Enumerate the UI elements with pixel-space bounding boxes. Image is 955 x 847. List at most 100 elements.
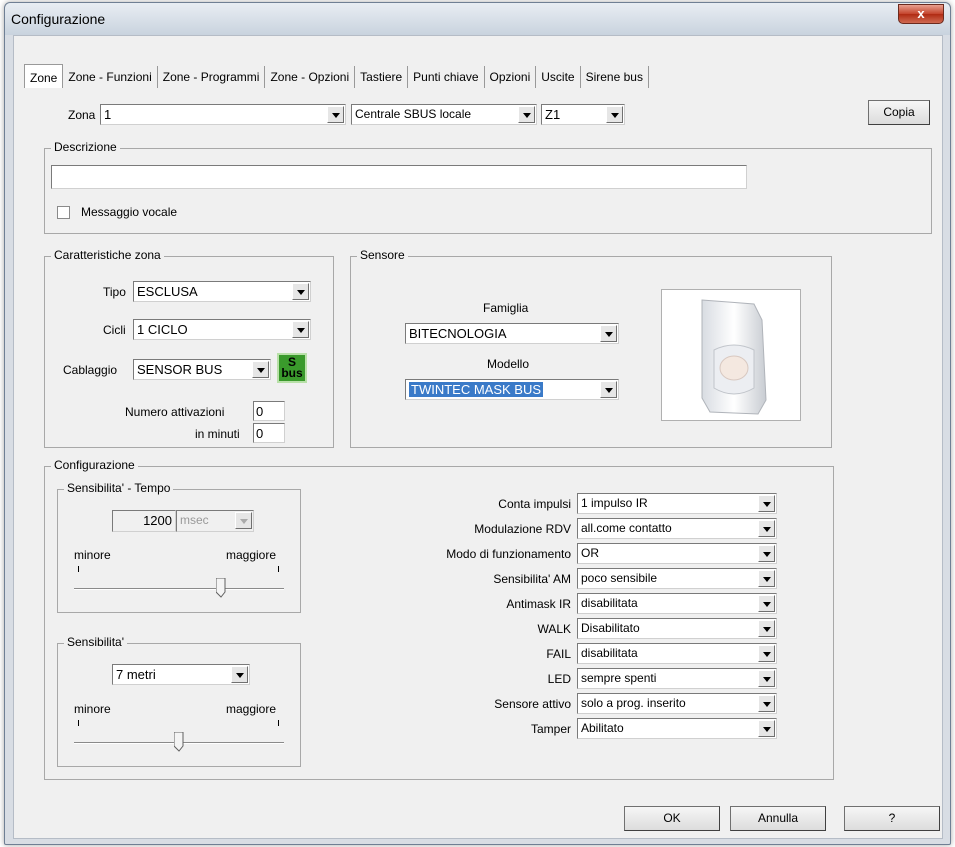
option-value-conta-impulsi: 1 impulso IR [581,496,648,510]
option-label-modo-di-funzionamento: Modo di funzionamento [446,547,571,561]
configurazione-title: Configurazione [51,458,138,472]
sensibilita-tempo-title: Sensibilita' - Tempo [64,481,174,495]
chevron-down-icon[interactable] [518,106,535,123]
modello-select[interactable]: TWINTEC MASK BUS [405,379,619,400]
tab-zone-opzioni[interactable]: Zone - Opzioni [265,66,356,88]
chevron-down-icon[interactable] [327,106,344,123]
cicli-label: Cicli [103,323,126,337]
sensibilita-tempo-value[interactable]: 1200 [112,510,176,532]
messaggio-vocale-checkbox[interactable] [57,206,70,219]
caratteristiche-title: Caratteristiche zona [51,248,164,262]
slider-tick-min [78,720,79,726]
option-value-modulazione-rdv: all.come contatto [581,521,672,535]
sensore-title: Sensore [357,248,408,262]
option-select-walk[interactable]: Disabilitato [577,618,777,639]
option-value-sensore-attivo: solo a prog. inserito [581,696,686,710]
annulla-button[interactable]: Annulla [730,806,826,831]
option-label-antimask-ir: Antimask IR [506,597,571,611]
tab-sirene-bus[interactable]: Sirene bus [581,66,649,88]
option-value-walk: Disabilitato [581,621,640,635]
cablaggio-value: SENSOR BUS [137,362,223,377]
chevron-down-icon[interactable] [758,720,775,737]
numero-attivazioni-input[interactable]: 0 [253,401,285,421]
option-select-antimask-ir[interactable]: disabilitata [577,593,777,614]
centrale-select[interactable]: Centrale SBUS locale [351,104,537,125]
caratteristiche-zona-group: Caratteristiche zona Tipo ESCLUSA Cicli … [44,248,334,448]
zona-select[interactable]: 1 [100,104,346,125]
copia-button[interactable]: Copia [868,100,930,125]
option-select-sensibilita-am[interactable]: poco sensibile [577,568,777,589]
sensibilita-tempo-unit: msec [180,513,209,527]
sensor-illustration-icon [701,299,767,415]
option-select-modo-di-funzionamento[interactable]: OR [577,543,777,564]
sbus-icon-bus: bus [281,366,303,380]
descrizione-input[interactable] [51,165,747,189]
famiglia-label: Famiglia [483,301,529,315]
tipo-value: ESCLUSA [137,284,198,299]
descrizione-group: Descrizione Messaggio vocale [44,140,932,234]
sensibilita-tempo-slider-thumb[interactable] [216,578,226,598]
tab-tastiere[interactable]: Tastiere [355,66,409,88]
chevron-down-icon[interactable] [252,361,269,378]
chevron-down-icon[interactable] [231,666,248,683]
sensibilita-tempo-unit-select[interactable]: msec [176,510,254,532]
chevron-down-icon[interactable] [758,670,775,687]
chevron-down-icon[interactable] [758,620,775,637]
option-select-tamper[interactable]: Abilitato [577,718,777,739]
window-title: Configurazione [11,11,106,27]
ok-button[interactable]: OK [624,806,720,831]
chevron-down-icon[interactable] [758,645,775,662]
tipo-select[interactable]: ESCLUSA [133,281,311,302]
sensibilita-tempo-track[interactable] [74,588,284,590]
cablaggio-label: Cablaggio [63,363,118,377]
sensibilita-select[interactable]: 7 metri [112,664,250,685]
slider-tick-max [278,566,279,572]
option-select-fail[interactable]: disabilitata [577,643,777,664]
chevron-down-icon[interactable] [292,321,309,338]
option-label-led: LED [547,672,571,686]
help-button[interactable]: ? [844,806,940,831]
cablaggio-select[interactable]: SENSOR BUS [133,359,271,380]
chevron-down-icon[interactable] [758,570,775,587]
tab-uscite[interactable]: Uscite [536,66,581,88]
sensibilita-tempo-min-label: minore [74,548,111,562]
option-select-led[interactable]: sempre spenti [577,668,777,689]
chevron-down-icon[interactable] [758,695,775,712]
tab-zone-funzioni[interactable]: Zone - Funzioni [63,66,158,88]
famiglia-select[interactable]: BITECNOLOGIA [405,323,619,344]
chevron-down-icon[interactable] [600,381,617,398]
sensibilita-tempo-max-label: maggiore [226,548,277,562]
option-value-modo-di-funzionamento: OR [581,546,599,560]
tab-zone[interactable]: Zone [24,64,64,88]
chevron-down-icon[interactable] [292,283,309,300]
chevron-down-icon[interactable] [600,325,617,342]
chevron-down-icon[interactable] [235,512,252,529]
tab-zone-programmi[interactable]: Zone - Programmi [158,66,266,88]
centrale-value: Centrale SBUS locale [355,107,472,121]
zona-value: 1 [104,107,112,122]
chevron-down-icon[interactable] [758,545,775,562]
sensibilita-value: 7 metri [116,667,156,682]
tipo-label: Tipo [103,285,126,299]
option-value-antimask-ir: disabilitata [581,596,638,610]
sbus-icon: S bus [277,353,307,383]
tab-punti-chiave[interactable]: Punti chiave [408,66,485,88]
chevron-down-icon[interactable] [758,595,775,612]
chevron-down-icon[interactable] [758,520,775,537]
option-select-conta-impulsi[interactable]: 1 impulso IR [577,493,777,514]
option-select-modulazione-rdv[interactable]: all.come contatto [577,518,777,539]
chevron-down-icon[interactable] [606,106,623,123]
option-value-led: sempre spenti [581,671,657,685]
tab-opzioni[interactable]: Opzioni [485,66,537,88]
sensibilita-min-label: minore [74,702,111,716]
in-minuti-input[interactable]: 0 [253,423,285,443]
close-button[interactable]: x [898,4,944,24]
sensibilita-slider-thumb[interactable] [174,732,184,752]
chevron-down-icon[interactable] [758,495,775,512]
title-bar[interactable]: Configurazione x [5,3,950,35]
zona-label: Zona [68,108,96,122]
cicli-select[interactable]: 1 CICLO [133,319,311,340]
zone-code-select[interactable]: Z1 [541,104,625,125]
numero-attivazioni-label: Numero attivazioni [125,405,225,419]
option-select-sensore-attivo[interactable]: solo a prog. inserito [577,693,777,714]
